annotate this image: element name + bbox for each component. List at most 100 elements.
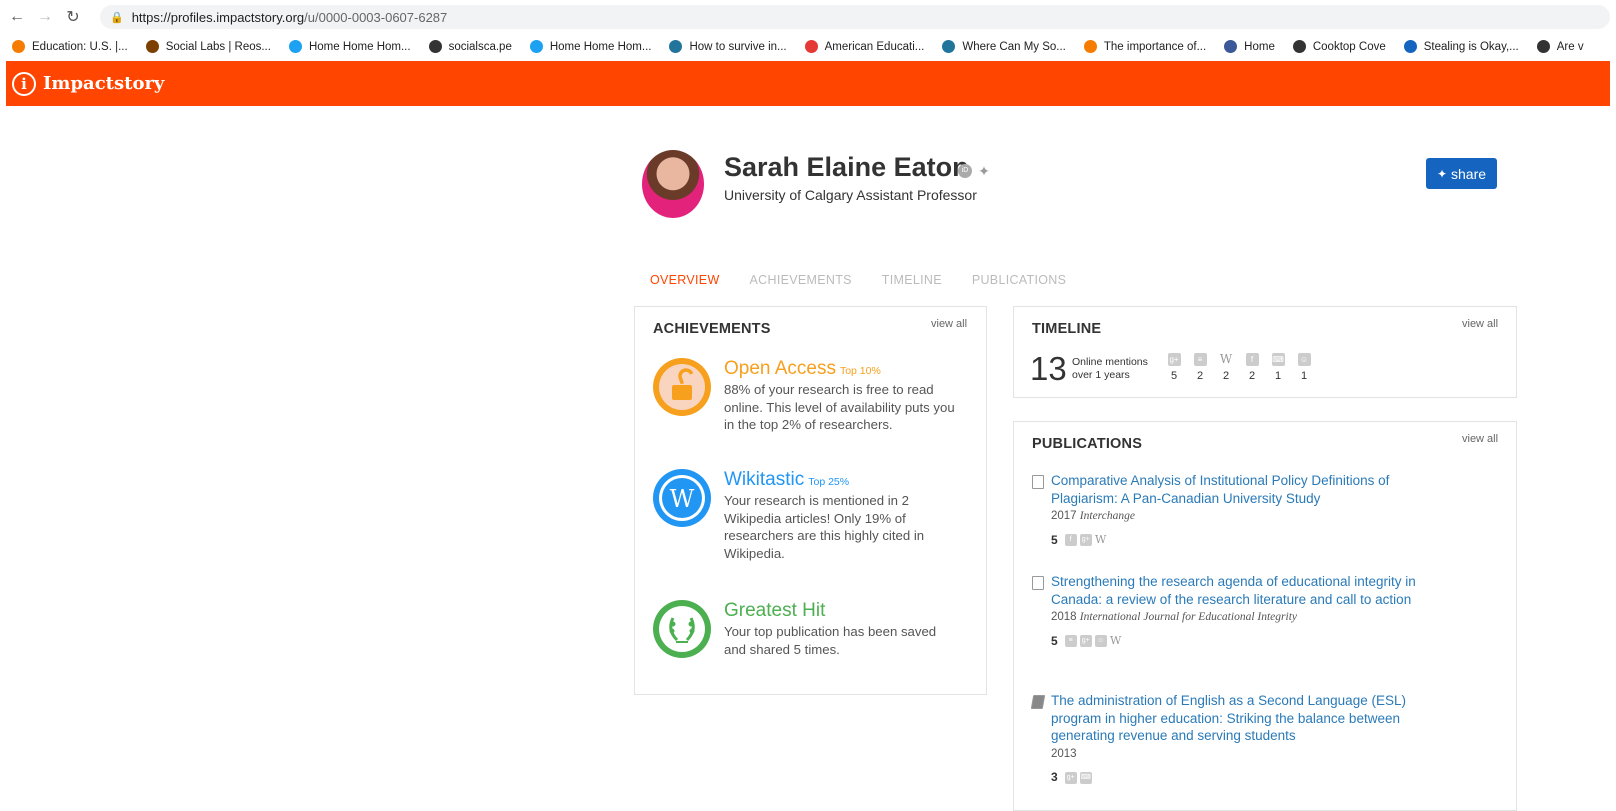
mention-source[interactable]: ☺ 1 bbox=[1296, 353, 1312, 382]
document-icon bbox=[1032, 475, 1044, 489]
share-label: share bbox=[1451, 165, 1487, 182]
browser-toolbar: ← → ↻ 🔒 https://profiles.impactstory.org… bbox=[0, 0, 1616, 33]
bookmark-label: Stealing is Okay,... bbox=[1423, 40, 1519, 53]
bookmark-label: Education: U.S. |... bbox=[32, 40, 128, 53]
bookmark-item[interactable]: Home Home Hom... bbox=[288, 40, 411, 53]
publications-view-all-link[interactable]: view all bbox=[1462, 433, 1498, 445]
bookmark-item[interactable]: Home bbox=[1224, 40, 1275, 53]
publication-meta: 2013 bbox=[1051, 746, 1421, 764]
mention-source[interactable]: W2 bbox=[1218, 353, 1234, 383]
publication-score-value: 5 bbox=[1051, 532, 1058, 547]
mention-source-count: 5 bbox=[1170, 370, 1178, 382]
mention-source-count: 2 bbox=[1196, 370, 1204, 382]
publication-score: 5 f g+ W bbox=[1051, 532, 1421, 550]
impactstory-logo-icon[interactable]: i bbox=[12, 71, 36, 96]
achievement-title: Greatest Hit bbox=[724, 600, 826, 621]
url-host: https://profiles.impactstory.org bbox=[131, 9, 305, 25]
bookmark-item[interactable]: How to survive in... bbox=[669, 40, 787, 53]
svg-text:W: W bbox=[670, 485, 695, 513]
orange-dot-icon bbox=[12, 40, 25, 53]
bookmark-label: Where Can My So... bbox=[962, 40, 1066, 53]
metric-source-icon: ☺ bbox=[1094, 635, 1107, 648]
bookmark-item[interactable]: American Educati... bbox=[804, 40, 924, 53]
achievement-rank: Top 10% bbox=[839, 365, 881, 377]
back-arrow-icon[interactable]: ← bbox=[6, 8, 28, 26]
unlock-icon bbox=[653, 358, 711, 416]
reload-icon[interactable]: ↻ bbox=[62, 7, 84, 27]
bookmark-item[interactable]: socialsca.pe bbox=[428, 40, 512, 53]
publication-title-link[interactable]: The administration of English as a Secon… bbox=[1051, 692, 1421, 745]
bookmark-item[interactable]: Education: U.S. |... bbox=[12, 40, 128, 53]
tab-publications[interactable]: PUBLICATIONS bbox=[972, 273, 1066, 287]
tab-achievements[interactable]: ACHIEVEMENTS bbox=[750, 273, 852, 287]
metric-source-icon: ≡ bbox=[1064, 635, 1077, 648]
lock-icon: 🔒 bbox=[110, 11, 124, 24]
publication-venue: International Journal for Educational In… bbox=[1079, 611, 1297, 623]
globe-icon bbox=[1292, 40, 1306, 53]
so-icon bbox=[1536, 40, 1550, 53]
share-button[interactable]: ✦ share bbox=[1426, 158, 1497, 189]
bookmark-item[interactable]: Home Home Hom... bbox=[529, 40, 651, 53]
bookmark-label: Social Labs | Reos... bbox=[165, 40, 271, 53]
forward-arrow-icon[interactable]: → bbox=[34, 8, 56, 26]
bookmark-label: Home bbox=[1244, 40, 1275, 53]
mention-source-count: 2 bbox=[1248, 370, 1256, 382]
publications-title: PUBLICATIONS bbox=[1032, 436, 1143, 452]
tab-overview[interactable]: OVERVIEW bbox=[650, 273, 720, 287]
twitter-icon bbox=[529, 40, 543, 53]
googleplus-icon: g+ bbox=[1167, 353, 1181, 366]
colorwheel-icon bbox=[804, 40, 818, 53]
mention-source[interactable]: ⌨ 1 bbox=[1270, 353, 1286, 382]
profile-tabs: OVERVIEW ACHIEVEMENTS TIMELINE PUBLICATI… bbox=[650, 273, 1066, 287]
publication-year: 2017 bbox=[1051, 510, 1077, 522]
bookmark-label: The importance of... bbox=[1103, 40, 1207, 53]
orcid-icon[interactable]: iD bbox=[958, 164, 972, 178]
achievement-description: 88% of your research is free to read onl… bbox=[724, 382, 955, 432]
mention-source-count: 2 bbox=[1222, 370, 1230, 382]
publication-score-value: 5 bbox=[1051, 633, 1058, 648]
address-bar[interactable]: 🔒 https://profiles.impactstory.org/u/000… bbox=[100, 5, 1610, 29]
rss-icon: ≡ bbox=[1193, 353, 1207, 366]
app-logo-text[interactable]: Impactstory bbox=[43, 73, 164, 94]
achievement-description: Your top publication has been saved and … bbox=[724, 624, 937, 657]
metric-source-icon: ⌨ bbox=[1079, 771, 1092, 784]
bookmark-label: Cooktop Cove bbox=[1312, 40, 1386, 53]
publication-title-link[interactable]: Strengthening the research agenda of edu… bbox=[1051, 573, 1421, 608]
achievements-view-all-link[interactable]: view all bbox=[931, 318, 967, 330]
bookmark-label: socialsca.pe bbox=[448, 40, 512, 53]
bookmark-item[interactable]: Cooktop Cove bbox=[1292, 40, 1386, 53]
bookmark-item[interactable]: Social Labs | Reos... bbox=[145, 40, 271, 53]
diamond-icon bbox=[145, 40, 159, 53]
metric-source-icon: W bbox=[1095, 533, 1107, 547]
metric-source-icon: W bbox=[1110, 634, 1122, 648]
bookmark-item[interactable]: The importance of... bbox=[1083, 40, 1207, 53]
mention-source[interactable]: f2 bbox=[1244, 353, 1260, 382]
publication-body: Strengthening the research agenda of edu… bbox=[1051, 573, 1421, 650]
twitter-icon[interactable]: ✦ bbox=[977, 164, 991, 178]
profile-social-links: iD ✦ bbox=[958, 164, 991, 178]
achievements-title: ACHIEVEMENTS bbox=[653, 321, 771, 337]
mention-source-count: 1 bbox=[1300, 370, 1308, 382]
achievements-card: ACHIEVEMENTS view all Open Access Top 10%… bbox=[634, 306, 987, 695]
avatar bbox=[642, 150, 704, 218]
tab-timeline[interactable]: TIMELINE bbox=[882, 273, 942, 287]
mention-source[interactable]: g+ 5 bbox=[1166, 353, 1182, 382]
bookmark-item[interactable]: Are v bbox=[1536, 40, 1584, 53]
achievement-title: Wikitastic bbox=[724, 469, 805, 490]
sparkle-icon bbox=[1403, 40, 1417, 53]
url-path: /u/0000-0003-0607-6287 bbox=[304, 9, 448, 25]
publications-card: PUBLICATIONS view all Comparative Analys… bbox=[1013, 421, 1517, 811]
mentions-label: Online mentions over 1 years bbox=[1072, 356, 1148, 382]
keyboard-icon: ⌨ bbox=[1271, 353, 1285, 366]
mention-source[interactable]: ≡ 2 bbox=[1192, 353, 1208, 382]
publication-title-link[interactable]: Comparative Analysis of Institutional Po… bbox=[1051, 472, 1421, 507]
publication-meta: 2018 International Journal for Education… bbox=[1051, 609, 1421, 627]
app-header: i Impactstory bbox=[6, 61, 1610, 106]
timeline-view-all-link[interactable]: view all bbox=[1462, 318, 1498, 330]
profile-name: Sarah Elaine Eaton bbox=[724, 152, 969, 182]
bookmark-item[interactable]: Where Can My So... bbox=[942, 40, 1066, 53]
publication-score: 5 ≡ g+ ☺ W bbox=[1051, 633, 1421, 651]
facebook-icon: f bbox=[1245, 353, 1259, 366]
bookmark-item[interactable]: Stealing is Okay,... bbox=[1403, 40, 1519, 53]
publication-year: 2018 bbox=[1051, 611, 1077, 623]
